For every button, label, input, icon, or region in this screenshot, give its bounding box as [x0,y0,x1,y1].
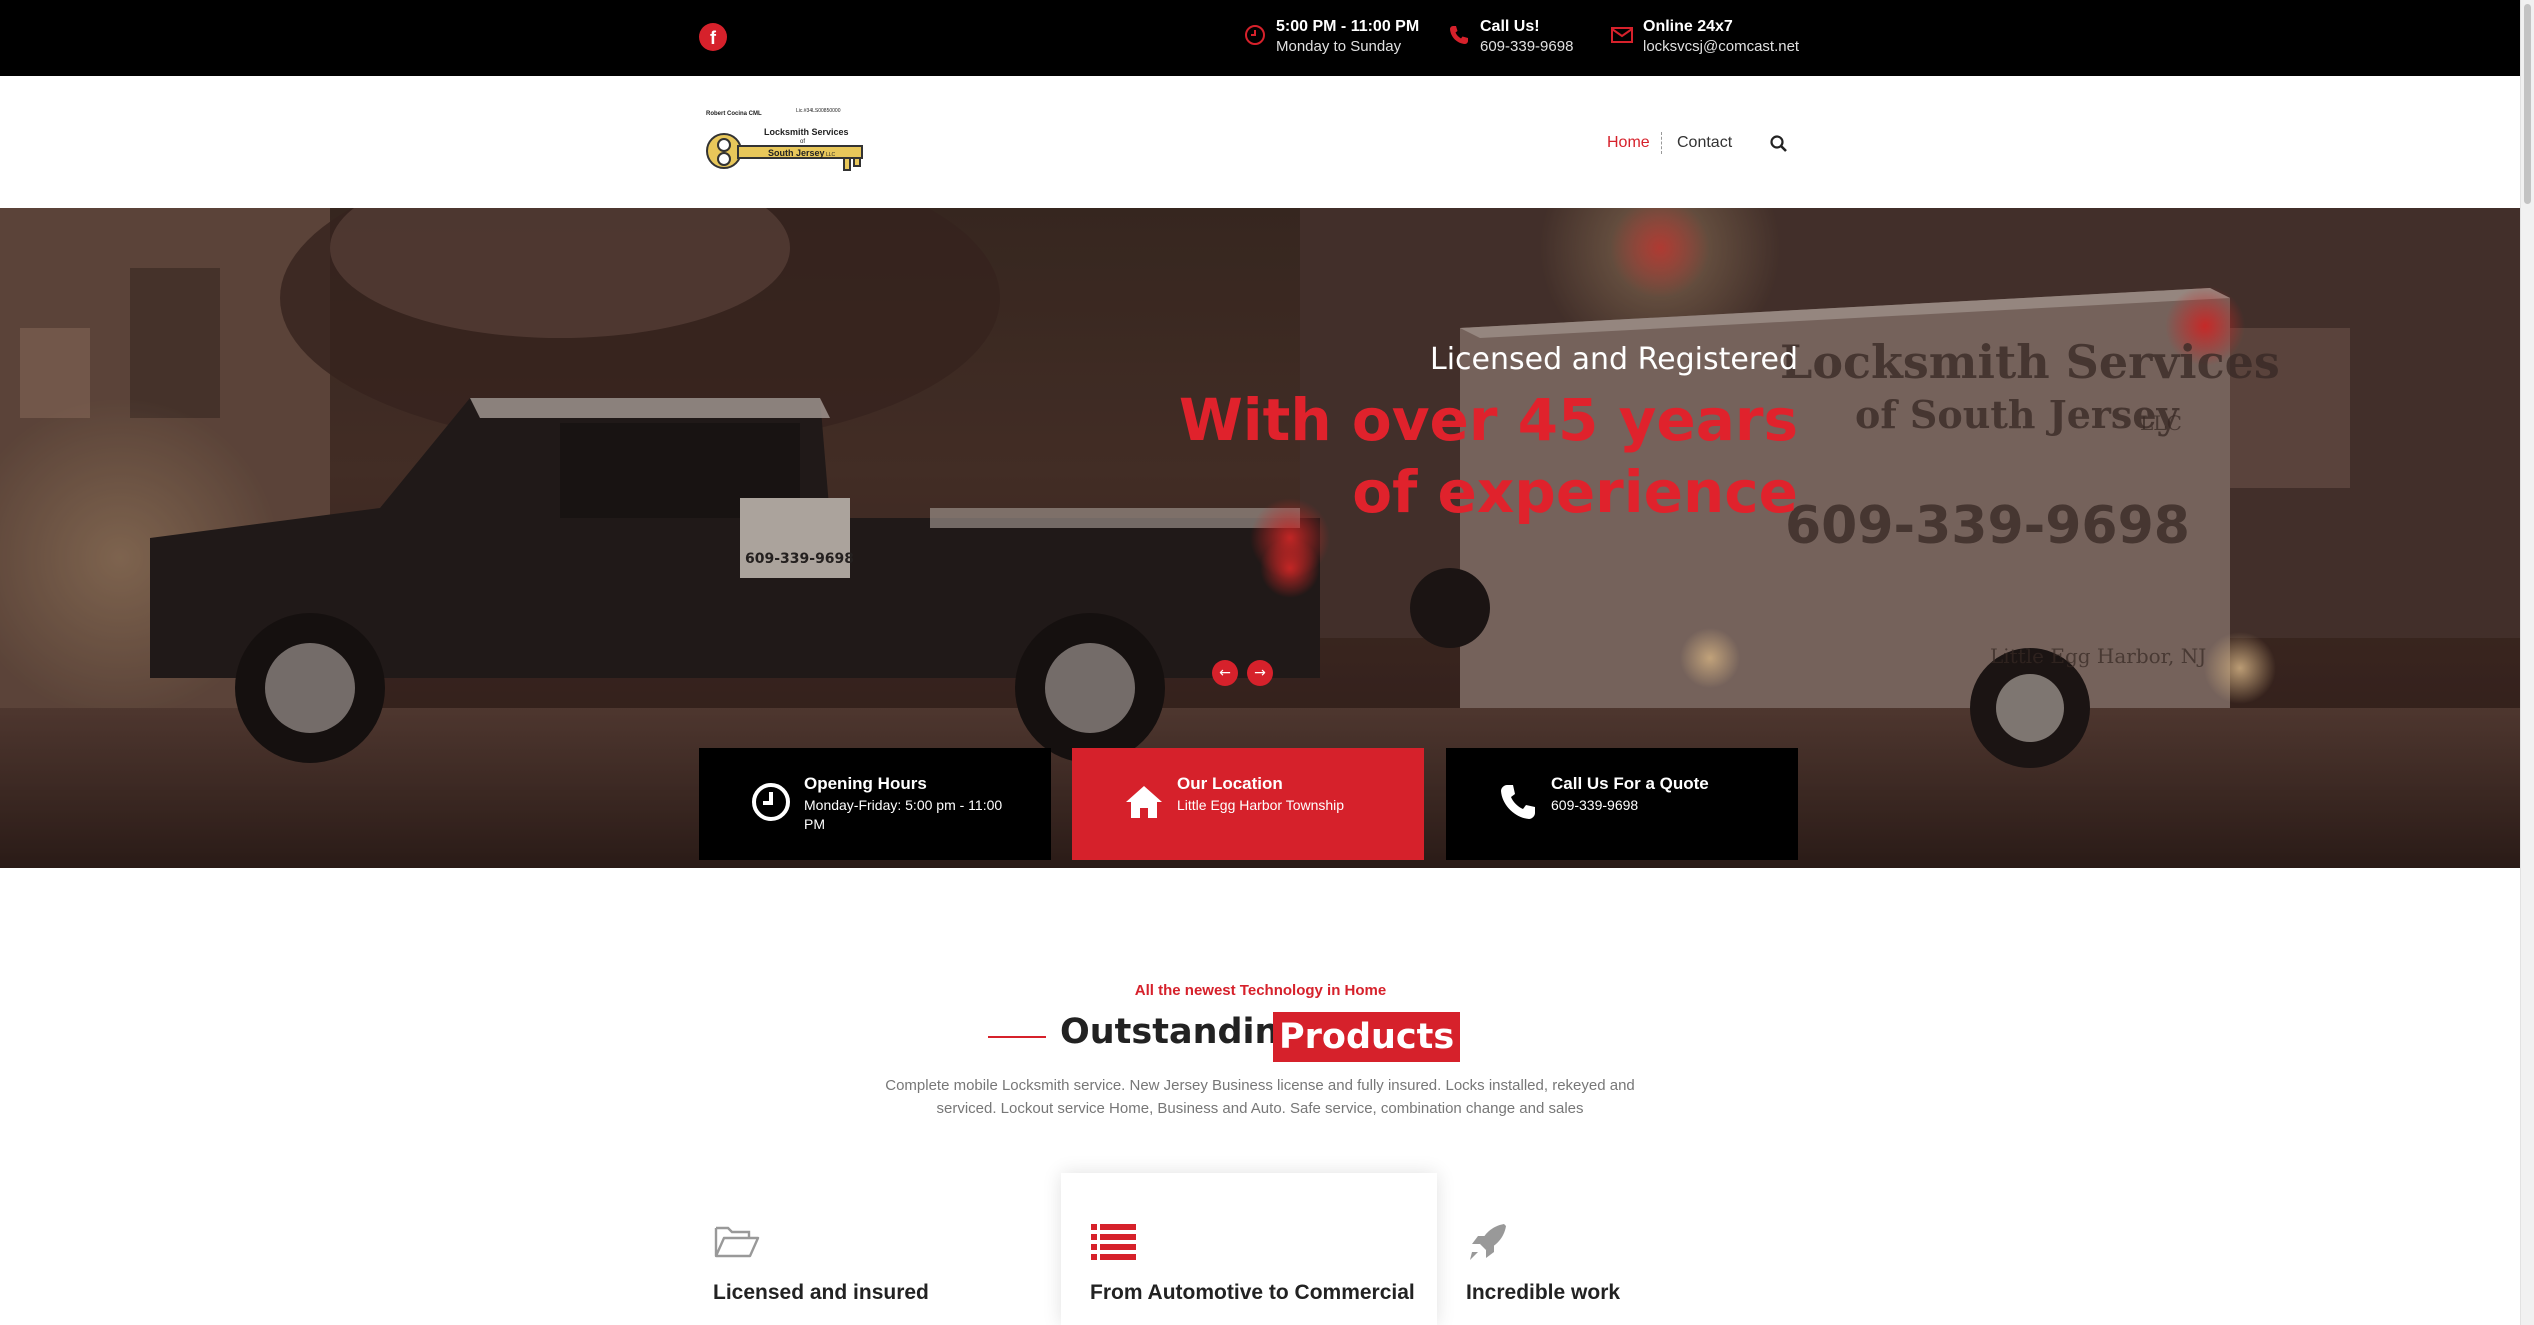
info-box-location: Our Location Little Egg Harbor Township [1072,748,1424,860]
nav-divider [1661,132,1662,154]
facebook-icon[interactable]: f [699,23,727,51]
hours-subtitle: Monday to Sunday [1276,38,1402,55]
phone-title: Call Us! [1480,18,1540,35]
info-hours-title: Opening Hours [804,774,927,793]
feature-title-licensed: Licensed and insured [713,1281,929,1304]
scrollbar-thumb[interactable] [2524,4,2531,204]
clock-icon [752,783,790,821]
nav-home[interactable]: Home [1607,134,1650,152]
nav-contact[interactable]: Contact [1677,134,1732,152]
hero-title: With over 45 years of experience [1178,386,1798,526]
logo-line6: LLC [826,152,836,158]
products-heading: Outstanding [1060,1012,1305,1052]
site-header: Robert Cocina CML Lic.#34LS00850000 Lock… [0,76,2521,208]
hero-subtitle: Licensed and Registered [1429,342,1798,377]
logo-line3: Locksmith Services [764,127,849,137]
slider-prev-button[interactable]: ← [1212,660,1238,686]
rocket-icon [1470,1224,1506,1260]
products-heading-highlight: Products [1273,1012,1461,1062]
phone-number[interactable]: 609-339-9698 [1480,37,1573,57]
info-location-title: Our Location [1177,774,1283,793]
phone-icon [1501,785,1535,819]
heading-divider [988,1036,1046,1038]
slider-next-button[interactable]: → [1247,660,1273,686]
folder-open-icon [714,1226,760,1258]
page-scrollbar[interactable] [2520,0,2534,1325]
feature-title-incredible: Incredible work [1466,1281,1621,1304]
logo-line5: South Jersey [768,148,825,158]
phone-icon [1450,26,1468,44]
logo-line2: Lic.#34LS00850000 [796,108,841,114]
clock-icon [1245,25,1265,45]
products-description: Complete mobile Locksmith service. New J… [885,1077,1635,1117]
products-kicker: All the newest Technology in Home [1134,982,1387,999]
top-bar: f 5:00 PM - 11:00 PM Monday to Sunday Ca… [0,0,2521,76]
info-location-text: Little Egg Harbor Township [1177,797,1345,813]
info-box-quote: Call Us For a Quote 609-339-9698 [1446,748,1798,860]
email-title: Online 24x7 [1643,18,1733,35]
info-quote-text[interactable]: 609-339-9698 [1551,796,1751,815]
logo-line1: Robert Cocina CML [706,111,762,117]
logo-line4: of [800,139,805,145]
search-icon[interactable] [1769,134,1789,154]
info-hours-text: Monday-Friday: 5:00 pm - 11:00 PM [804,797,1003,832]
feature-title-automotive: From Automotive to Commercial [1090,1281,1415,1304]
envelope-icon [1611,27,1633,43]
list-icon [1091,1224,1136,1260]
email-address[interactable]: locksvcsj@comcast.net [1643,37,1799,57]
home-icon [1126,786,1162,818]
site-logo[interactable]: Robert Cocina CML Lic.#34LS00850000 Lock… [704,106,870,182]
info-box-hours: Opening Hours Monday-Friday: 5:00 pm - 1… [699,748,1051,860]
hours-title: 5:00 PM - 11:00 PM [1276,18,1420,35]
info-quote-title: Call Us For a Quote [1551,774,1709,793]
